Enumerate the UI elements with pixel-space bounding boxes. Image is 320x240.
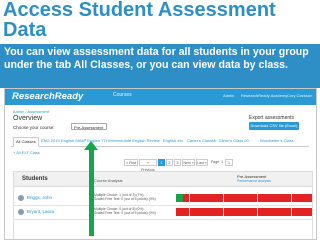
free-text-score: Scaled Free Text: 0 (out of 5 points) (0… xyxy=(94,211,156,215)
tab-intermediate-english-review[interactable]: Intermediate English Review xyxy=(109,138,160,143)
student-score-summary: Multiple Choice: 0 (out of 8) (0%) Scale… xyxy=(94,207,174,215)
pager-first[interactable]: « First xyxy=(124,159,138,166)
answer-cell[interactable] xyxy=(257,194,265,202)
page-title: Overview xyxy=(13,115,43,122)
tab-wordbetters-class[interactable]: Wordbetter's Class xyxy=(260,138,294,143)
answer-cell[interactable] xyxy=(291,208,299,216)
answer-cell[interactable] xyxy=(271,194,278,202)
answer-cell[interactable] xyxy=(216,194,224,202)
student-assessment-table: Students Course Analysis Pre-Assessment … xyxy=(13,171,313,239)
answer-cell[interactable] xyxy=(250,208,258,216)
answer-cell[interactable] xyxy=(216,208,224,216)
answer-cell[interactable] xyxy=(278,208,285,216)
nav-admin[interactable]: Admin xyxy=(223,93,234,98)
students-column-header: Students xyxy=(22,176,48,182)
research-ready-logo[interactable]: ResearchReady xyxy=(12,90,83,103)
answer-cell[interactable] xyxy=(264,208,271,216)
answer-cell[interactable] xyxy=(203,194,210,202)
answer-cell[interactable] xyxy=(257,208,265,216)
answer-cell[interactable] xyxy=(223,194,231,202)
tab-english-4th[interactable]: English 4th xyxy=(163,138,183,143)
nav-courses[interactable]: Courses xyxy=(113,92,132,98)
free-text-score: Scaled Free Text: 0 (out of 5 points) (0… xyxy=(94,197,156,201)
table-row: Briggs, John Multiple Choice: 1 (out of … xyxy=(14,192,312,206)
answer-cell[interactable] xyxy=(237,194,244,202)
answer-cell[interactable] xyxy=(196,208,203,216)
answer-cell[interactable] xyxy=(244,194,251,202)
answer-cell[interactable] xyxy=(203,208,210,216)
answer-cell[interactable] xyxy=(189,208,197,216)
pager-page-label: Page: 1 xyxy=(210,159,224,166)
answer-cell[interactable] xyxy=(176,208,183,216)
answer-cell[interactable] xyxy=(305,194,312,202)
app-header: ResearchReady Courses Admin ResearchRead… xyxy=(5,89,316,105)
tab-english-9amp[interactable]: English 9AMP xyxy=(61,138,86,143)
answer-cell[interactable] xyxy=(210,208,217,216)
answer-cell[interactable] xyxy=(291,194,299,202)
student-score-summary: Multiple Choice: 1 (out of 3) (7%) Scale… xyxy=(94,193,174,201)
answer-cell[interactable] xyxy=(284,208,292,216)
download-csv-button[interactable]: Download CSV file (Excel) xyxy=(249,122,299,130)
answer-cell[interactable] xyxy=(230,208,237,216)
pager-page-1[interactable]: 1 xyxy=(158,159,165,166)
answer-cell[interactable] xyxy=(223,208,231,216)
slide-title: Access Student Assessment Data xyxy=(3,0,276,41)
student-name[interactable]: Bryant, Laura xyxy=(27,209,54,214)
answer-cell[interactable] xyxy=(305,208,312,216)
tab-eng-2019[interactable]: ENG 2019 xyxy=(41,138,60,143)
tab-mr-glenns-class[interactable]: Mr. Glenn's Class 20.. xyxy=(212,138,251,143)
answer-cell[interactable] xyxy=(271,208,278,216)
student-name[interactable]: Briggs, John xyxy=(27,195,52,200)
table-row: Bryant, Laura Multiple Choice: 0 (out of… xyxy=(14,206,312,220)
answer-cell[interactable] xyxy=(298,194,305,202)
course-analysis-header: Course Analysis xyxy=(94,178,123,183)
nav-user[interactable]: Cory Clarkson xyxy=(287,93,312,98)
avatar xyxy=(18,209,24,215)
arrow-shaft xyxy=(89,148,94,236)
export-heading: Export assessments xyxy=(249,115,295,121)
answer-cell[interactable] xyxy=(176,194,183,202)
answer-cell[interactable] xyxy=(237,208,244,216)
choose-course-label: Choose your course: xyxy=(13,125,55,130)
answer-cell[interactable] xyxy=(182,194,190,202)
answer-cell[interactable] xyxy=(298,208,305,216)
performance-analysis-link[interactable]: Performance Analysis xyxy=(237,179,271,183)
pager-page-3[interactable]: 3 xyxy=(174,159,181,166)
tab-all-classes[interactable]: All Classes xyxy=(13,137,39,147)
pager-last[interactable]: Last » xyxy=(196,159,208,166)
class-tabs: All Classes ENG 2019 English 9AMP Englis… xyxy=(11,137,309,147)
pager-previous[interactable]: « Previous xyxy=(139,159,157,172)
tab-carters-class[interactable]: Carter's Class xyxy=(187,138,212,143)
avatar xyxy=(18,195,24,201)
answer-cell[interactable] xyxy=(250,194,258,202)
answer-cell[interactable] xyxy=(210,194,217,202)
answer-cell[interactable] xyxy=(189,194,197,202)
breadcrumb[interactable]: Admin / Assessment xyxy=(13,109,49,114)
answer-cell[interactable] xyxy=(264,194,271,202)
pager-next[interactable]: Next » xyxy=(182,159,195,166)
answer-cell[interactable] xyxy=(284,194,292,202)
nav-academy[interactable]: ResearchReady Academy xyxy=(241,93,287,98)
pager-page-2[interactable]: 2 xyxy=(166,159,173,166)
answer-cell[interactable] xyxy=(196,194,203,202)
answer-cell[interactable] xyxy=(230,194,237,202)
app-screenshot: ResearchReady Courses Admin ResearchRead… xyxy=(4,88,317,240)
course-select[interactable]: Pre-Assessment xyxy=(71,123,107,130)
answer-cell[interactable] xyxy=(278,194,285,202)
pager-page-input[interactable]: 1 xyxy=(225,159,233,166)
slide-subtitle: You can view assessment data for all stu… xyxy=(0,44,320,88)
all-elt-class-link[interactable]: + All ELT Class xyxy=(13,150,40,155)
answer-cell[interactable] xyxy=(244,208,251,216)
answer-cell[interactable] xyxy=(182,208,190,216)
table-header: Students Course Analysis Pre-Assessment … xyxy=(14,172,312,187)
